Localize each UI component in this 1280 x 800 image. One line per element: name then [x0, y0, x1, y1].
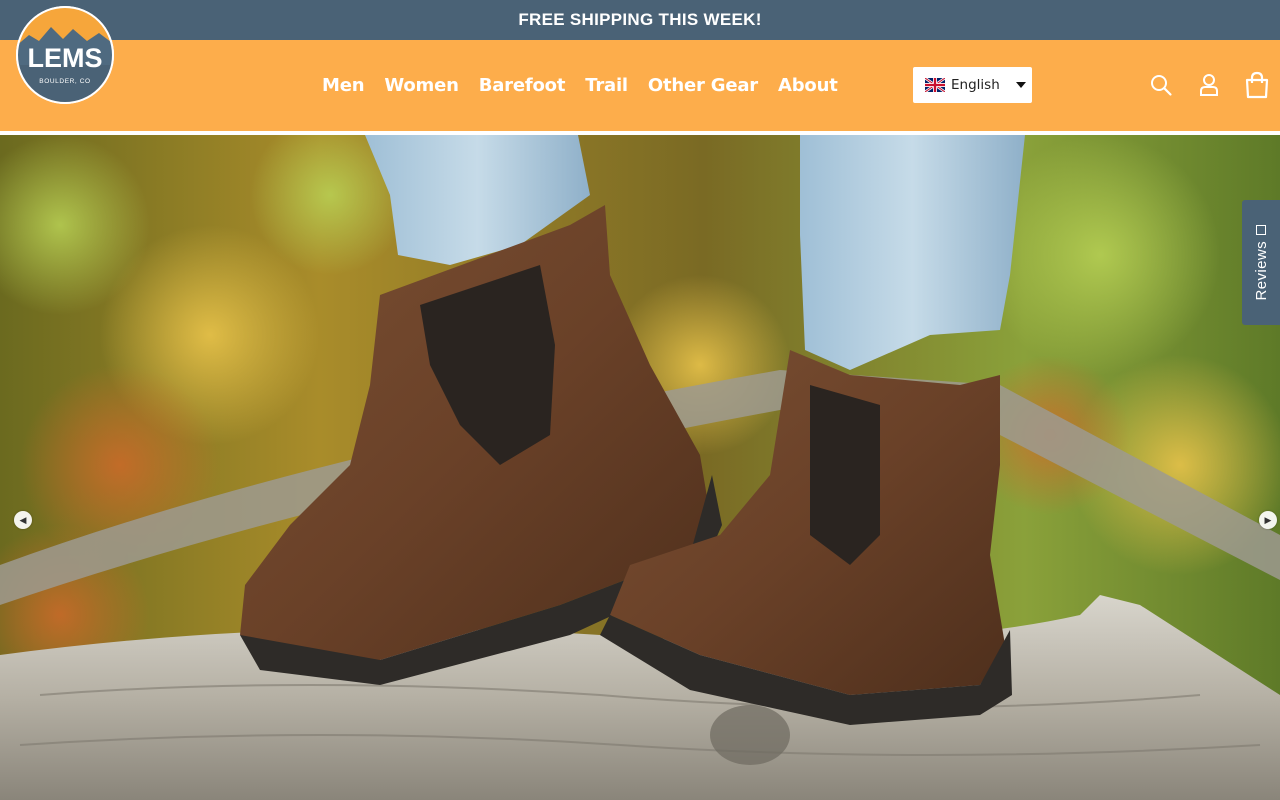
chevron-down-icon — [1015, 82, 1026, 88]
cart-button[interactable] — [1242, 70, 1272, 100]
hero-banner-image — [0, 135, 1280, 800]
nav-trail[interactable]: Trail — [575, 75, 638, 96]
logo-wordmark: LEMS — [27, 43, 102, 73]
account-button[interactable] — [1194, 70, 1224, 100]
chevron-right-icon: ▶ — [1264, 514, 1272, 525]
language-label: English — [951, 77, 1000, 93]
reviews-tab[interactable]: Reviews — [1242, 200, 1280, 325]
nav-other-gear[interactable]: Other Gear — [638, 75, 768, 96]
account-icon — [1200, 74, 1218, 96]
lems-logo-icon: LEMS BOULDER, CO — [16, 6, 114, 104]
slider-prev-button[interactable]: ◀ — [14, 511, 32, 529]
reviews-tab-label: Reviews — [1252, 240, 1270, 301]
search-icon — [1151, 75, 1172, 96]
hero-photo — [0, 135, 1280, 800]
nav-about[interactable]: About — [768, 75, 848, 96]
nav-barefoot[interactable]: Barefoot — [469, 75, 576, 96]
brand-logo[interactable]: LEMS BOULDER, CO — [15, 5, 115, 105]
nav-men[interactable]: Men — [312, 75, 374, 96]
announcement-bar: FREE SHIPPING THIS WEEK! — [0, 0, 1280, 40]
logo-subtitle: BOULDER, CO — [39, 78, 90, 85]
star-icon — [1256, 224, 1266, 235]
cart-icon — [1245, 71, 1269, 99]
slider-next-button[interactable]: ▶ — [1259, 511, 1277, 529]
nav-women[interactable]: Women — [374, 75, 468, 96]
uk-flag-icon — [925, 78, 945, 92]
main-nav: Men Women Barefoot Trail Other Gear Abou… — [312, 40, 848, 131]
chevron-left-icon: ◀ — [19, 514, 27, 525]
announcement-text: FREE SHIPPING THIS WEEK! — [518, 10, 762, 29]
search-button[interactable] — [1146, 70, 1176, 100]
language-select[interactable]: English — [913, 67, 1032, 103]
